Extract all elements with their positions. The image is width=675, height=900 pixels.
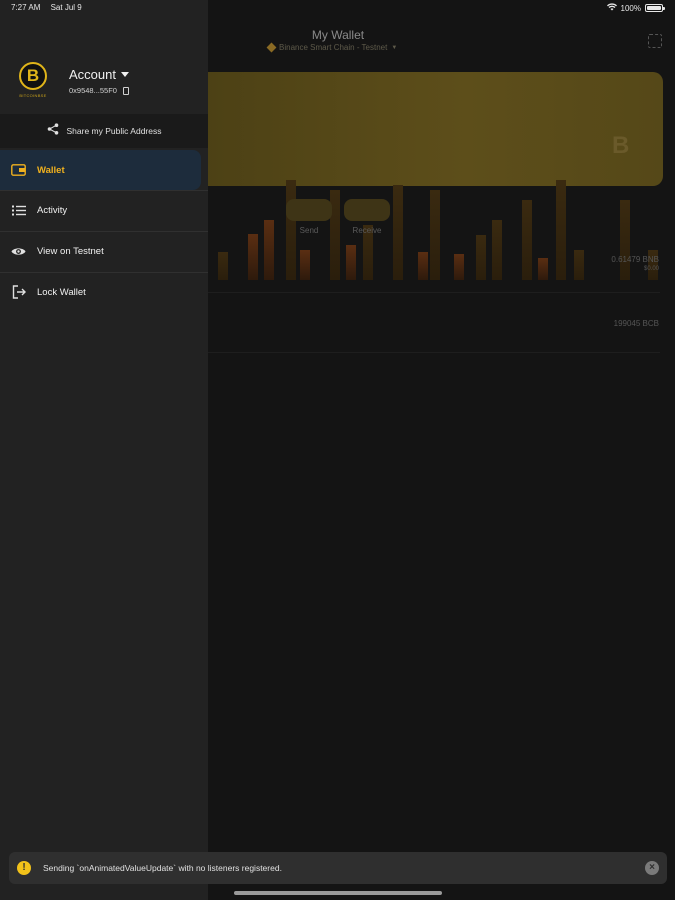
chart-bar — [264, 220, 274, 280]
chart-bar — [556, 180, 566, 280]
card-logo-icon: B — [612, 132, 630, 159]
bnb-balance: 0.61479 BNB — [611, 255, 659, 264]
chart-bar — [538, 258, 548, 280]
network-icon — [266, 42, 277, 53]
share-public-address-button[interactable]: Share my Public Address — [0, 114, 208, 148]
chart-bar — [248, 234, 258, 280]
menu-item-wallet[interactable]: Wallet — [0, 150, 201, 190]
asset-divider — [208, 292, 660, 293]
status-bar: 7:27 AM Sat Jul 9 100% — [0, 0, 675, 16]
account-block: B BITCOINBSE Account 0x9548...55F0 — [0, 56, 208, 112]
chart-bar — [418, 252, 428, 280]
account-address: 0x9548...55F0 — [69, 86, 117, 95]
token-balance: 199045 BCB — [613, 319, 659, 328]
menu-item-view-on-testnet[interactable]: View on Testnet — [0, 231, 208, 271]
chart-bar — [454, 254, 464, 280]
brand-logo-text: BITCOINBSE — [19, 93, 47, 98]
chart-bar — [574, 250, 584, 280]
caret-down-icon — [120, 72, 129, 77]
network-label: Binance Smart Chain - Testnet — [279, 43, 388, 52]
chart-bar — [430, 190, 440, 280]
send-button[interactable] — [286, 199, 332, 221]
menu-item-activity[interactable]: Activity — [0, 190, 208, 230]
network-selector[interactable]: Binance Smart Chain - Testnet ▼ — [266, 42, 398, 53]
home-indicator[interactable] — [234, 891, 442, 895]
send-label: Send — [299, 226, 319, 235]
navigation-drawer: B BITCOINBSE Account 0x9548...55F0 Share… — [0, 0, 208, 900]
brand-logo: B BITCOINBSE — [14, 62, 52, 102]
share-icon — [47, 122, 59, 140]
menu-label-view-on-testnet: View on Testnet — [37, 245, 104, 257]
status-date: Sat Jul 9 — [50, 3, 82, 12]
chart-bar — [620, 200, 630, 280]
list-icon — [11, 203, 26, 218]
background-chart-decoration — [208, 180, 675, 320]
account-selector[interactable]: Account — [69, 67, 129, 82]
wifi-icon — [606, 3, 617, 13]
chart-bar — [218, 252, 228, 280]
brand-logo-icon: B — [19, 62, 47, 90]
eye-icon — [11, 244, 26, 259]
chart-bar — [300, 250, 310, 280]
share-label: Share my Public Address — [66, 126, 162, 136]
chart-bar — [492, 220, 502, 280]
chart-bar — [393, 185, 403, 280]
battery-percent: 100% — [620, 3, 641, 13]
status-time: 7:27 AM — [11, 3, 41, 12]
menu-label-activity: Activity — [37, 204, 68, 216]
chevron-down-icon: ▼ — [391, 44, 398, 51]
account-address-row: 0x9548...55F0 — [69, 86, 129, 95]
chart-bar — [476, 235, 486, 280]
wallet-icon — [11, 163, 26, 178]
receive-button[interactable] — [344, 199, 390, 221]
warning-toast[interactable]: ! Sending `onAnimatedValueUpdate` with n… — [9, 852, 667, 884]
battery-icon — [645, 4, 665, 12]
chart-bar — [522, 200, 532, 280]
chart-bar — [346, 245, 356, 280]
scan-qr-icon[interactable] — [648, 34, 662, 48]
wallet-balance-card — [170, 72, 663, 186]
menu-label-wallet: Wallet — [37, 164, 65, 176]
copy-icon[interactable] — [122, 86, 129, 95]
menu-item-lock-wallet[interactable]: Lock Wallet — [0, 272, 208, 312]
asset-divider — [208, 352, 660, 353]
account-name: Account — [69, 67, 116, 82]
toast-message: Sending `onAnimatedValueUpdate` with no … — [43, 863, 282, 873]
logout-icon — [11, 285, 26, 300]
page-title: My Wallet — [311, 28, 365, 42]
warning-icon: ! — [17, 861, 31, 875]
receive-label: Receive — [352, 226, 382, 235]
menu-label-lock-wallet: Lock Wallet — [37, 286, 86, 298]
bnb-fiat-value: $0.00 — [643, 266, 659, 272]
close-icon[interactable]: × — [645, 861, 659, 875]
